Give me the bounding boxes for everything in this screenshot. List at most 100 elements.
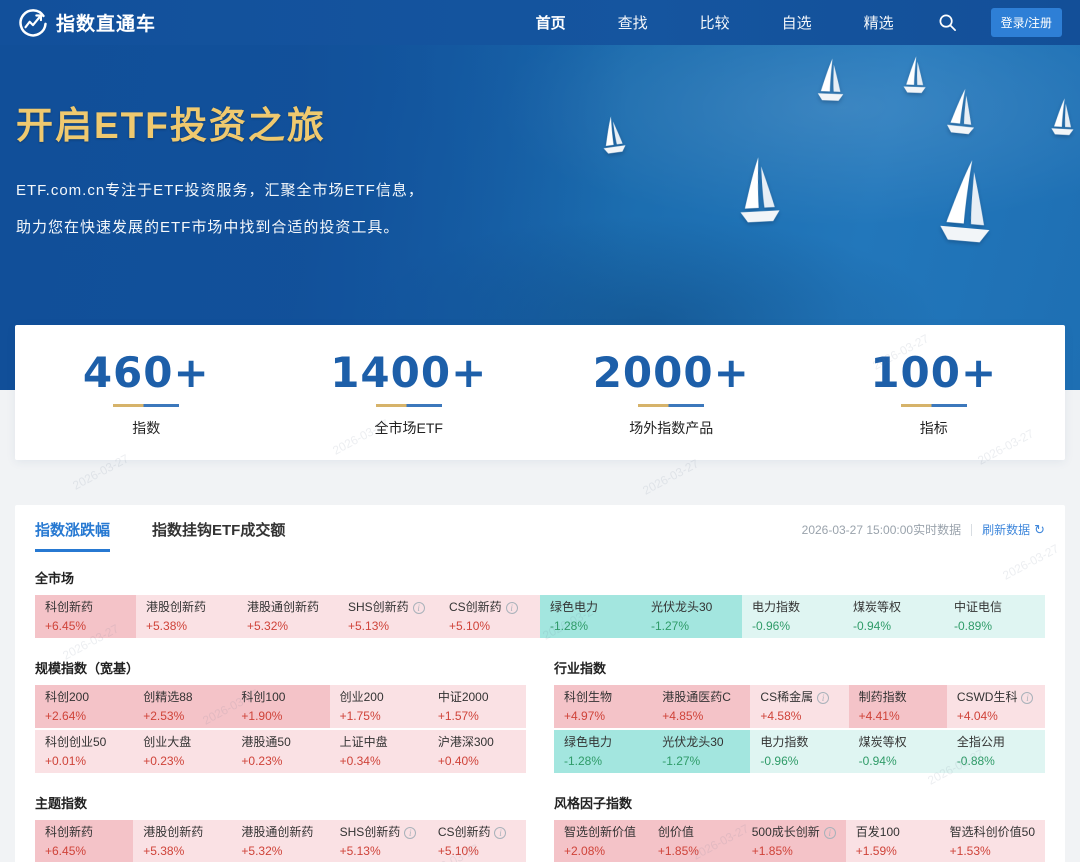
index-cell[interactable]: 创价值+1.85% <box>648 820 742 862</box>
section-title-all-market: 全市场 <box>35 568 1045 587</box>
index-name: 制药指数 <box>859 690 937 705</box>
index-change-value: +2.53% <box>143 709 221 724</box>
stat-value: 2000+ <box>540 348 803 397</box>
index-cell[interactable]: 电力指数-0.96% <box>742 595 843 638</box>
watermark-text: 2026-03-27 <box>640 456 701 497</box>
index-cell[interactable]: 创业大盘+0.23% <box>133 730 231 773</box>
index-name-text: 光伏龙头30 <box>651 600 712 615</box>
index-name-text: 沪港深300 <box>438 735 494 750</box>
index-cell[interactable]: 科创200+2.64% <box>35 685 133 728</box>
index-cell[interactable]: CS创新药i+5.10% <box>439 595 540 638</box>
index-name-text: 中证电信 <box>954 600 1002 615</box>
index-cell[interactable]: 港股创新药+5.38% <box>136 595 237 638</box>
top-navbar: 指数直通车 首页 查找 比较 自选 精选 登录/注册 <box>0 0 1080 45</box>
index-cell[interactable]: CSWD生科i+4.04% <box>947 685 1045 728</box>
index-cell[interactable]: 制药指数 +4.41% <box>849 685 947 728</box>
index-name: 创精选88 <box>143 690 221 705</box>
index-cell[interactable]: 电力指数-0.96% <box>750 730 848 773</box>
index-name-text: 中证2000 <box>438 690 489 705</box>
index-cell[interactable]: 上证中盘+0.34% <box>330 730 428 773</box>
index-change-value: +1.53% <box>950 844 1035 859</box>
info-icon[interactable]: i <box>506 602 518 614</box>
index-name: CS稀金属 i <box>760 690 838 705</box>
info-icon[interactable]: i <box>494 827 506 839</box>
index-change-value: -1.28% <box>550 619 631 634</box>
nav-item-compare[interactable]: 比较 <box>700 12 730 33</box>
index-name-text: 港股创新药 <box>143 825 203 840</box>
index-cell[interactable]: SHS创新药i +5.13% <box>330 820 428 862</box>
login-register-button[interactable]: 登录/注册 <box>991 8 1062 37</box>
index-change-value: +4.58% <box>760 709 838 724</box>
info-icon[interactable]: i <box>404 827 416 839</box>
tab-etf-turnover[interactable]: 指数挂钩ETF成交额 <box>152 519 285 552</box>
index-cell[interactable]: 港股通50+0.23% <box>231 730 329 773</box>
index-cell[interactable]: 百发100+1.59% <box>846 820 940 862</box>
index-name: 智选科创价值50 <box>950 825 1035 840</box>
refresh-data-link[interactable]: 刷新数据 ↻ <box>982 521 1045 538</box>
index-name: 电力指数 <box>760 735 838 750</box>
index-name-text: 制药指数 <box>859 690 907 705</box>
index-cell[interactable]: 光伏龙头30-1.27% <box>641 595 742 638</box>
index-cell[interactable]: 港股通医药C+4.85% <box>652 685 750 728</box>
index-name-text: 500成长创新 <box>752 825 820 840</box>
index-cell[interactable]: 创精选88 +2.53% <box>133 685 231 728</box>
refresh-label: 刷新数据 <box>982 521 1030 538</box>
index-name: 创业大盘 <box>143 735 221 750</box>
info-icon[interactable]: i <box>1021 692 1033 704</box>
brand-logo-icon <box>18 8 48 38</box>
index-cell[interactable]: 绿色电力-1.28% <box>554 730 652 773</box>
index-name-text: 科创创业50 <box>45 735 106 750</box>
tab-index-change[interactable]: 指数涨跌幅 <box>35 519 110 552</box>
index-cell[interactable]: 光伏龙头30-1.27% <box>652 730 750 773</box>
index-name: SHS创新药i <box>340 825 418 840</box>
index-cell[interactable]: 绿色电力-1.28% <box>540 595 641 638</box>
index-cell[interactable]: 智选科创价值50 +1.53% <box>940 820 1045 862</box>
index-cell[interactable]: SHS创新药i+5.13% <box>338 595 439 638</box>
nav-item-watchlist[interactable]: 自选 <box>782 12 812 33</box>
index-change-value: +4.41% <box>859 709 937 724</box>
stats-bar: 460+指数1400+全市场ETF2000+场外指数产品100+指标 <box>15 325 1065 460</box>
index-cell[interactable]: CS创新药i+5.10% <box>428 820 526 862</box>
nav-item-home[interactable]: 首页 <box>536 12 566 33</box>
index-cell[interactable]: 沪港深300+0.40% <box>428 730 526 773</box>
index-change-value: +1.85% <box>658 844 732 859</box>
nav-item-find[interactable]: 查找 <box>618 12 648 33</box>
index-cell[interactable]: CS稀金属 i +4.58% <box>750 685 848 728</box>
index-cell[interactable]: 科创100+1.90% <box>231 685 329 728</box>
info-icon[interactable]: i <box>413 602 425 614</box>
index-name: 科创生物 <box>564 690 642 705</box>
search-icon[interactable] <box>938 13 957 32</box>
brand-name: 指数直通车 <box>56 9 156 36</box>
index-change-value: +1.75% <box>340 709 418 724</box>
index-cell[interactable]: 港股通创新药+5.32% <box>231 820 329 862</box>
index-cell[interactable]: 智选创新价值+2.08% <box>554 820 648 862</box>
index-change-value: +5.13% <box>340 844 418 859</box>
index-cell[interactable]: 中证2000+1.57% <box>428 685 526 728</box>
index-name: 绿色电力 <box>564 735 642 750</box>
index-change-value: +1.85% <box>752 844 836 859</box>
heatmap-row: 科创新药+6.45%港股创新药+5.38%港股通创新药+5.32%SHS创新药i… <box>35 595 1045 638</box>
index-cell[interactable]: 全指公用-0.88% <box>947 730 1045 773</box>
index-cell[interactable]: 港股创新药+5.38% <box>133 820 231 862</box>
info-icon[interactable]: i <box>817 692 829 704</box>
index-cell[interactable]: 科创生物+4.97% <box>554 685 652 728</box>
index-cell[interactable]: 煤炭等权-0.94% <box>843 595 944 638</box>
nav-item-featured[interactable]: 精选 <box>864 12 894 33</box>
index-name-text: SHS创新药 <box>340 825 401 840</box>
stat-underline <box>376 404 442 407</box>
index-change-value: -0.96% <box>752 619 833 634</box>
index-cell[interactable]: 500成长创新 i +1.85% <box>742 820 846 862</box>
index-cell[interactable]: 煤炭等权-0.94% <box>849 730 947 773</box>
index-name: 上证中盘 <box>340 735 418 750</box>
index-name-text: CS稀金属 <box>760 690 813 705</box>
info-icon[interactable]: i <box>824 827 836 839</box>
index-cell[interactable]: 科创新药+6.45% <box>35 595 136 638</box>
index-change-value: -0.89% <box>954 619 1035 634</box>
index-cell[interactable]: 港股通创新药+5.32% <box>237 595 338 638</box>
index-cell[interactable]: 科创创业50+0.01% <box>35 730 133 773</box>
index-cell[interactable]: 创业200+1.75% <box>330 685 428 728</box>
index-cell[interactable]: 中证电信 -0.89% <box>944 595 1045 638</box>
index-name: 港股创新药 <box>146 600 227 615</box>
index-cell[interactable]: 科创新药+6.45% <box>35 820 133 862</box>
main-nav: 首页 查找 比较 自选 精选 <box>536 12 894 33</box>
